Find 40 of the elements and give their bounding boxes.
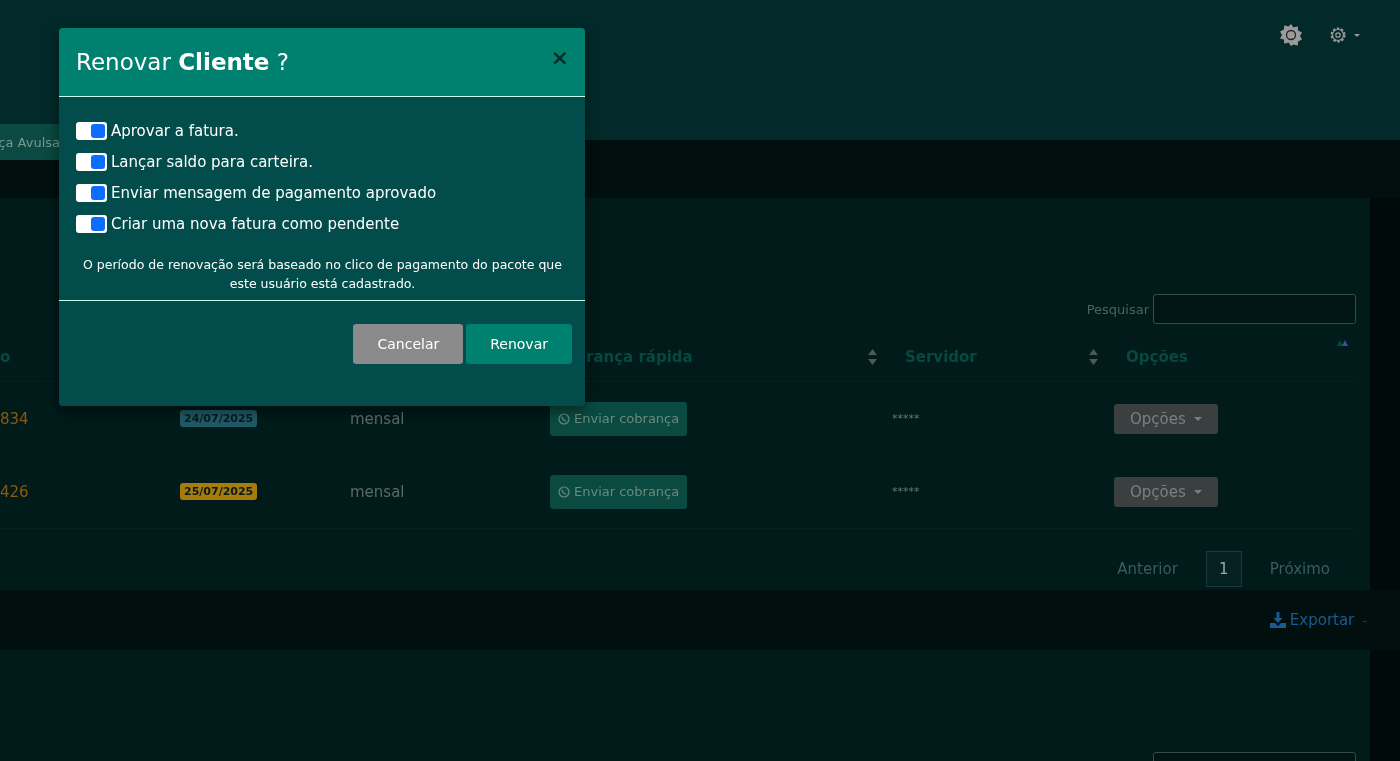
server-text: ***** [891, 412, 920, 425]
previous-link[interactable]: Anterior [1117, 560, 1178, 578]
toggle-switch[interactable] [76, 214, 107, 233]
server-text: ***** [891, 485, 920, 498]
settings-icon[interactable] [1328, 25, 1348, 45]
close-button[interactable]: × [550, 44, 569, 70]
send-charge-button[interactable]: Enviar cobrança [550, 401, 688, 436]
send-charge-button[interactable]: Enviar cobrança [550, 474, 688, 509]
due-date-badge: 24/07/2025 [180, 410, 258, 427]
due-date-badge: 25/07/2025 [180, 483, 258, 500]
next-link[interactable]: Próximo [1269, 560, 1330, 578]
plan-text: mensal [350, 482, 405, 501]
renewal-note: O período de renovação será baseado no clico de pagamento do pacote que este usuário está cadastrado. [82, 256, 563, 293]
search-field[interactable] [1153, 294, 1356, 324]
separator-text: - [1362, 612, 1367, 628]
caret-icon[interactable] [1354, 33, 1360, 37]
download-icon [1269, 612, 1286, 628]
toggle-switch[interactable] [76, 121, 107, 140]
brightness-icon[interactable] [1280, 24, 1302, 46]
dialog-title: Renovar Cliente ? [76, 49, 289, 75]
sort-icon[interactable] [1089, 348, 1098, 365]
whatsapp-icon [558, 485, 570, 498]
sort-icon[interactable] [868, 348, 877, 365]
toggle-switch[interactable] [76, 183, 107, 202]
cancel-button[interactable]: Cancelar [353, 324, 464, 364]
options-button[interactable]: Opções [1114, 476, 1218, 507]
whatsapp-icon [558, 412, 570, 425]
toggle-label: Lançar saldo para carteira. [111, 152, 313, 171]
search-label: Pesquisar [1086, 301, 1149, 317]
page-button[interactable]: 1 [1205, 551, 1242, 587]
client-id: 834 [0, 409, 29, 428]
toggle-label: Enviar mensagem de pagamento aprovado [111, 183, 437, 202]
export-link[interactable]: Exportar [1269, 611, 1355, 629]
renew-button[interactable]: Renovar [466, 324, 572, 364]
options-button[interactable]: Opções [1114, 403, 1218, 434]
toggle-label: Aprovar a fatura. [111, 121, 239, 140]
toggle-label: Criar uma nova fatura como pendente [111, 214, 400, 233]
client-id: 426 [0, 482, 29, 501]
plan-text: mensal [350, 409, 405, 428]
toggle-switch[interactable] [76, 152, 107, 171]
